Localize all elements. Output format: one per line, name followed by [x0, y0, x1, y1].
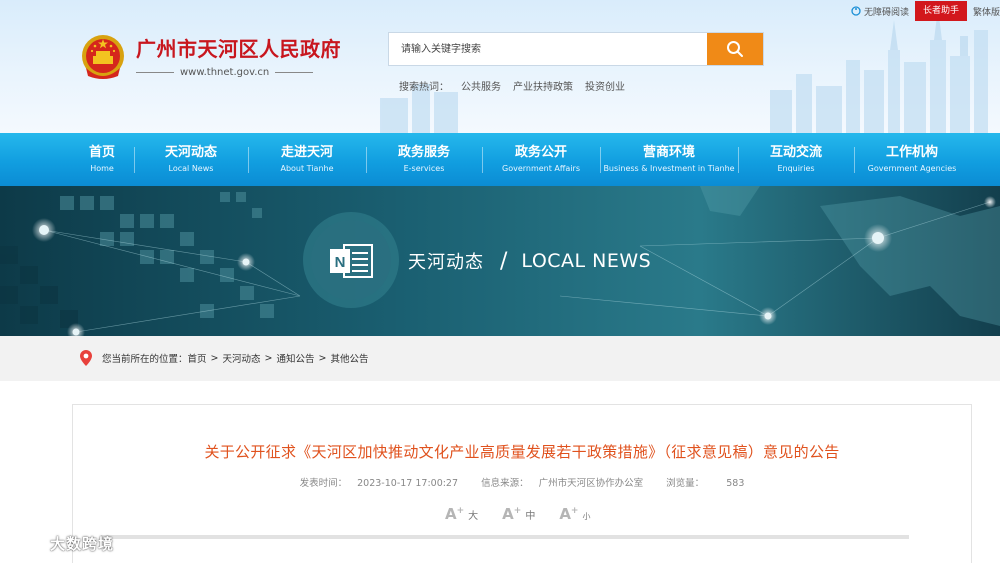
nav-sublabel: About Tianhe — [280, 163, 334, 173]
font-size-small-button[interactable]: A + 小 — [559, 505, 590, 523]
watermark: 大数跨境 — [8, 532, 114, 554]
nav-divider — [482, 147, 483, 173]
site-header: 无障碍阅读 长者助手 繁体版 广州市天河区人民政府 www.thnet.gov.… — [0, 0, 1000, 133]
banner-title: 天河动态 / LOCAL NEWS — [408, 248, 651, 274]
hot-term[interactable]: 投资创业 — [585, 78, 625, 93]
search-input[interactable] — [389, 33, 707, 65]
breadcrumb-local-news[interactable]: 天河动态 — [223, 351, 261, 365]
accessibility-label: 无障碍阅读 — [863, 7, 909, 18]
article-title: 关于公开征求《天河区加快推动文化产业高质量发展若干政策措施》（征求意见稿）意见的… — [204, 443, 840, 461]
nav-sublabel: Home — [90, 163, 114, 173]
banner-title-en: LOCAL NEWS — [521, 250, 652, 272]
nav-item-enquiries[interactable]: 互动交流 Enquiries — [740, 133, 852, 186]
nav-sublabel: Enquiries — [777, 163, 815, 173]
nav-label: 政务公开 — [514, 144, 567, 160]
font-size-large-button[interactable]: A + 大 — [445, 505, 478, 523]
hot-term[interactable]: 公共服务 — [461, 78, 501, 93]
nav-divider — [854, 147, 855, 173]
accessibility-link[interactable]: 无障碍阅读 — [851, 5, 909, 18]
elder-assistant-button[interactable]: 长者助手 — [914, 1, 967, 21]
watermark-logo-icon — [10, 535, 43, 551]
article-panel: 关于公开征求《天河区加快推动文化产业高质量发展若干政策措施》（征求意见稿）意见的… — [72, 404, 972, 563]
traditional-chinese-link[interactable]: 繁体版 — [973, 5, 1000, 18]
breadcrumb-separator: > — [210, 352, 219, 364]
search-button[interactable] — [707, 33, 763, 65]
nav-item-government-agencies[interactable]: 工作机构 Government Agencies — [856, 133, 968, 186]
national-emblem-icon — [82, 35, 124, 79]
banner-slash: / — [500, 248, 508, 274]
info-source: 信息来源： 广州市天河区协作办公室 — [481, 478, 644, 489]
main-navigation: 首页 Home 天河动态 Local News 走进天河 About Tianh… — [0, 133, 1000, 186]
nav-sublabel: E-services — [403, 163, 445, 173]
nav-item-home[interactable]: 首页 Home — [72, 133, 132, 186]
breadcrumb-bar: 您当前所在的位置： 首页 > 天河动态 > 通知公告 > 其他公告 — [0, 336, 1000, 381]
breadcrumb-label: 您当前所在的位置： — [102, 354, 188, 365]
nav-label: 营商环境 — [642, 144, 695, 160]
article-divider — [101, 535, 909, 539]
breadcrumb-separator: > — [318, 352, 327, 364]
site-url: www.thnet.gov.cn — [136, 67, 341, 78]
view-count: 浏览量： 583 — [666, 478, 745, 489]
hot-search-terms: 搜索热词： 公共服务 产业扶持政策 投资创业 — [399, 78, 625, 93]
nav-item-e-services[interactable]: 政务服务 E-services — [368, 133, 480, 186]
nav-sublabel: Government Affairs — [502, 163, 580, 173]
nav-label: 首页 — [88, 144, 115, 160]
watermark-text: 大数跨境 — [50, 534, 115, 553]
font-size-medium-button[interactable]: A + 中 — [502, 505, 535, 523]
breadcrumb-home[interactable]: 首页 — [188, 351, 207, 365]
nav-item-government-affairs[interactable]: 政务公开 Government Affairs — [484, 133, 598, 186]
nav-item-about-tianhe[interactable]: 走进天河 About Tianhe — [250, 133, 364, 186]
news-document-icon: N — [330, 244, 373, 278]
site-name: 广州市天河区人民政府 — [136, 36, 341, 61]
nav-item-business-environment[interactable]: 营商环境 Business & Investment in Tianhe — [602, 133, 736, 186]
nav-label: 互动交流 — [769, 144, 822, 160]
nav-label: 政务服务 — [397, 144, 450, 160]
site-logo[interactable]: 广州市天河区人民政府 www.thnet.gov.cn — [78, 32, 341, 82]
search-icon — [727, 41, 743, 57]
nav-label: 天河动态 — [164, 144, 217, 160]
nav-sublabel: Business & Investment in Tianhe — [603, 163, 735, 173]
breadcrumb: 您当前所在的位置： 首页 > 天河动态 > 通知公告 > 其他公告 — [80, 350, 368, 366]
breadcrumb-separator: > — [264, 352, 273, 364]
nav-sublabel: Local News — [168, 163, 214, 173]
nav-label: 工作机构 — [885, 144, 938, 160]
nav-sublabel: Government Agencies — [867, 163, 957, 173]
location-pin-icon — [80, 350, 92, 366]
breadcrumb-notices[interactable]: 通知公告 — [276, 351, 314, 365]
section-banner: N 天河动态 / LOCAL NEWS — [0, 186, 1000, 336]
svg-text:N: N — [335, 254, 346, 271]
nav-divider — [134, 147, 135, 173]
nav-divider — [248, 147, 249, 173]
publish-time: 发表时间： 2023-10-17 17:00:27 — [299, 478, 459, 489]
nav-divider — [366, 147, 367, 173]
nav-label: 走进天河 — [280, 144, 333, 160]
top-utility-bar: 无障碍阅读 长者助手 繁体版 — [851, 0, 1000, 22]
nav-divider — [738, 147, 739, 173]
font-size-controls: A + 大 A + 中 A + 小 — [445, 505, 590, 523]
accessibility-icon — [851, 6, 861, 16]
banner-title-cn: 天河动态 — [408, 252, 484, 273]
hot-term[interactable]: 产业扶持政策 — [513, 78, 573, 93]
search-bar — [388, 32, 764, 66]
nav-item-local-news[interactable]: 天河动态 Local News — [136, 133, 246, 186]
hot-search-label: 搜索热词： — [399, 82, 449, 93]
breadcrumb-other-notices[interactable]: 其他公告 — [330, 351, 368, 365]
nav-divider — [600, 147, 601, 173]
article-meta: 发表时间： 2023-10-17 17:00:27 信息来源： 广州市天河区协作办公… — [73, 475, 971, 489]
